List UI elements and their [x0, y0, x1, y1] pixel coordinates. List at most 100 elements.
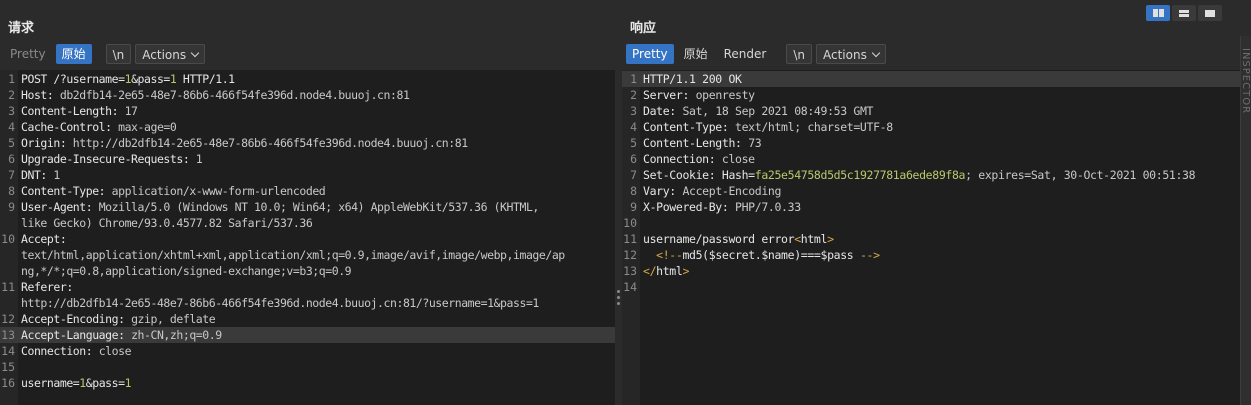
layout-switcher [1146, 5, 1222, 21]
response-editor[interactable]: 1 HTTP/1.1 200 OK 2 Server: openresty 3 Date:… [622, 70, 1240, 405]
line-number: 5 [630, 136, 637, 150]
line-text: Date: Sat, 18 Sep 2021 08:49:53 GMT [640, 103, 873, 119]
response-actions-menu[interactable]: Actions [816, 44, 886, 64]
code-line: 9 X-Powered-By: PHP/7.0.33 [622, 199, 1240, 215]
line-text: Content-Length: 73 [640, 135, 762, 151]
line-number: 7 [630, 168, 637, 182]
request-raw-tab[interactable]: 原始 [55, 44, 92, 64]
code-token: Vary: [643, 184, 683, 198]
code-line: 8 Content-Type: application/x-www-form-ur… [0, 183, 615, 199]
request-actions-menu[interactable]: Actions [135, 44, 206, 64]
line-number: 9 [8, 200, 15, 214]
code-line: 1 HTTP/1.1 200 OK [622, 71, 1240, 87]
line-number: 11 [623, 232, 637, 246]
line-text: Origin: http://db2dfb14-2e65-48e7-86b6-4… [18, 135, 468, 151]
line-text: Cache-Control: max-age=0 [18, 119, 177, 135]
code-token: < [794, 232, 801, 246]
line-number: 10 [623, 216, 637, 230]
pane-splitter[interactable] [615, 70, 622, 405]
code-token: Server: [643, 88, 696, 102]
code-line: http://db2dfb14-2e65-48e7-86b6-466f54fe3… [0, 295, 615, 311]
code-token: Set-Cookie: Hash= [643, 168, 755, 182]
response-render-tab[interactable]: Render [718, 44, 773, 64]
line-text: Connection: close [640, 151, 755, 167]
line-text: <!--md5($secret.$name)===$pass --> [640, 247, 880, 263]
code-line: 3 Content-Length: 17 [0, 103, 615, 119]
line-text: HTTP/1.1 200 OK [640, 71, 742, 87]
request-toolbar: Pretty 原始 \n Actions [4, 44, 206, 64]
stacked-layout-icon[interactable] [1172, 5, 1196, 21]
code-token: gzip, deflate [131, 312, 216, 326]
code-token: POST /?username= [21, 72, 125, 86]
request-newline-toggle[interactable]: \n [105, 44, 132, 64]
grip-dot [617, 302, 620, 305]
code-token: Referer: [21, 280, 73, 294]
line-text: Upgrade-Insecure-Requests: 1 [18, 151, 203, 167]
code-token: Content-Length: [643, 136, 749, 150]
line-number [0, 295, 18, 311]
line-number: 8 [630, 184, 637, 198]
code-token: 73 [748, 136, 762, 150]
line-number: 4 [8, 120, 15, 134]
line-text: username=1&pass=1 [18, 375, 132, 391]
code-token: Origin: [21, 136, 73, 150]
line-text: POST /?username=1&pass=1 HTTP/1.1 [18, 71, 235, 87]
code-token: Date: [643, 104, 683, 118]
response-title: 响应 [630, 21, 657, 36]
code-line: 7 DNT: 1 [0, 167, 615, 183]
line-text: Server: openresty [640, 87, 755, 103]
response-newline-toggle[interactable]: \n [786, 44, 812, 64]
request-editor[interactable]: 1 POST /?username=1&pass=1 HTTP/1.1 2 Host:… [0, 70, 615, 405]
code-token: Content-Length: [21, 104, 125, 118]
code-token: 17 [124, 104, 138, 118]
response-raw-tab[interactable]: 原始 [678, 44, 714, 64]
line-number [0, 215, 18, 231]
code-token: close [98, 344, 132, 358]
code-line: ng,*/*;q=0.8,application/signed-exchange… [0, 263, 615, 279]
code-token: close [721, 152, 755, 166]
line-number: 5 [8, 136, 15, 150]
code-token: http://db2dfb14-2e65-48e7-86b6-466f54fe3… [72, 136, 468, 150]
line-text: DNT: 1 [18, 167, 60, 183]
line-text: Accept-Encoding: gzip, deflate [18, 311, 216, 327]
response-pretty-tab[interactable]: Pretty [626, 44, 674, 64]
code-token: Cache-Control: [21, 120, 119, 134]
line-number: 13 [1, 328, 15, 342]
request-code: 1 POST /?username=1&pass=1 HTTP/1.1 2 Host:… [0, 71, 615, 391]
code-token: 1 [53, 168, 60, 182]
code-token: ng,*/*;q=0.8,application/signed-exchange… [21, 264, 352, 278]
side-by-side-layout-icon[interactable] [1146, 5, 1170, 21]
line-text: username/password error<html> [640, 231, 834, 247]
code-line: 12 <!--md5($secret.$name)===$pass --> [622, 247, 1240, 263]
code-line: 7 Set-Cookie: Hash=fa25e54758d5d5c1927781… [622, 167, 1240, 183]
code-token: like Gecko) Chrome/93.0.4577.82 Safari/5… [21, 216, 313, 230]
code-line: 11 Referer: [0, 279, 615, 295]
code-line: 5 Origin: http://db2dfb14-2e65-48e7-86b6-… [0, 135, 615, 151]
single-pane-layout-icon[interactable] [1198, 5, 1222, 21]
code-line: 2 Server: openresty [622, 87, 1240, 103]
line-text: text/html,application/xhtml+xml,applicat… [18, 247, 565, 263]
response-toolbar: Pretty 原始 Render \n Actions [626, 44, 886, 64]
line-number: 11 [1, 280, 15, 294]
code-token: text/html,application/xhtml+xml,applicat… [21, 248, 565, 262]
grip-dot [617, 296, 620, 299]
line-text [640, 279, 643, 295]
code-line: 6 Upgrade-Insecure-Requests: 1 [0, 151, 615, 167]
line-number: 9 [630, 200, 637, 214]
code-line: 16 username=1&pass=1 [0, 375, 615, 391]
code-line: 4 Content-Type: text/html; charset=UTF-8 [622, 119, 1240, 135]
line-text: Content-Type: text/html; charset=UTF-8 [640, 119, 893, 135]
line-number: 6 [8, 152, 15, 166]
code-token: ; expires=Sat, 30-Oct-2021 00:51:38 [965, 168, 1196, 182]
code-line: 12 Accept-Encoding: gzip, deflate [0, 311, 615, 327]
line-number: 3 [8, 104, 15, 118]
code-token: User-Agent: [21, 200, 99, 214]
line-number: 15 [1, 360, 15, 374]
code-token: &pass= [85, 376, 125, 390]
code-line: 14 Connection: close [0, 343, 615, 359]
request-pretty-tab[interactable]: Pretty [4, 44, 52, 64]
code-line: 10 [622, 215, 1240, 231]
line-text: http://db2dfb14-2e65-48e7-86b6-466f54fe3… [18, 295, 539, 311]
code-token: Connection: [21, 344, 99, 358]
